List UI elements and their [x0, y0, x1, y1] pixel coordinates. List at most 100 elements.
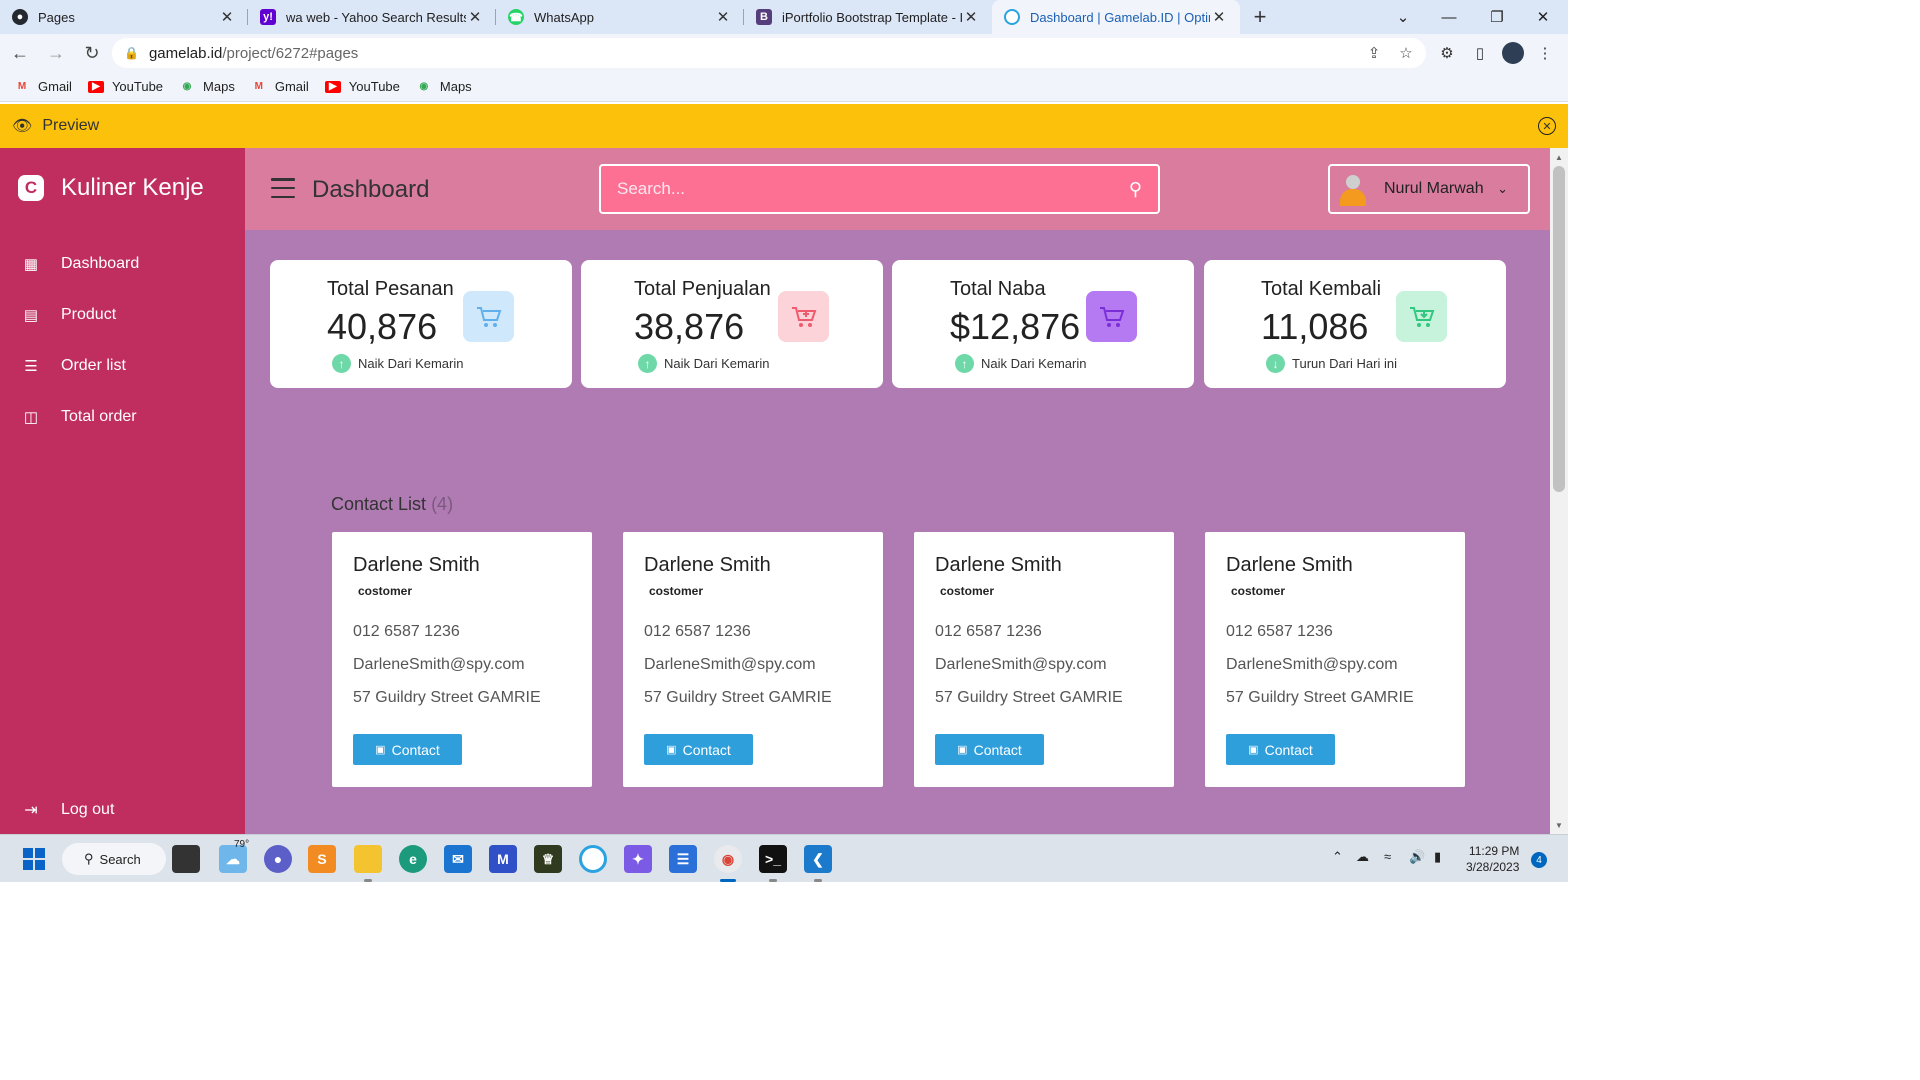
- forward-icon[interactable]: →: [40, 37, 72, 69]
- side-panel-icon[interactable]: ▯: [1465, 38, 1495, 68]
- game-icon[interactable]: ♕: [534, 845, 562, 873]
- bookmarks-bar: M Gmail ▶ YouTube ◉ Maps M Gmail ▶ YouTube ◉ M…: [0, 72, 1568, 102]
- edge-icon[interactable]: e: [399, 845, 427, 873]
- sidebar-item-order-list[interactable]: ☰ Order list: [22, 357, 126, 375]
- github-icon: ●: [12, 9, 28, 25]
- contact-card: Darlene Smith costomer 012 6587 1236 Dar…: [914, 532, 1174, 787]
- archive-icon: ▤: [23, 307, 39, 324]
- sidebar-item-product[interactable]: ▤ Product: [22, 306, 116, 324]
- sublime-icon[interactable]: S: [308, 845, 336, 873]
- browser-tab[interactable]: ☎ WhatsApp ✕: [496, 0, 744, 34]
- browser-menu-icon[interactable]: ⋮: [1530, 38, 1560, 68]
- extensions-icon[interactable]: ⚙: [1432, 38, 1462, 68]
- reload-icon[interactable]: ↻: [76, 37, 108, 69]
- gamelab-app-icon[interactable]: [579, 845, 607, 873]
- tab-title: WhatsApp: [534, 9, 594, 25]
- bookmark-star-icon[interactable]: ☆: [1392, 38, 1420, 68]
- bookmark-item[interactable]: ▶ YouTube: [87, 79, 163, 94]
- wifi-icon[interactable]: ≈: [1384, 849, 1391, 864]
- user-menu[interactable]: Nurul Marwah ⌄: [1328, 164, 1530, 214]
- contact-button[interactable]: ▣ Contact: [644, 734, 753, 765]
- scroll-thumb[interactable]: [1553, 166, 1565, 492]
- bookmark-item[interactable]: ◉ Maps: [179, 79, 235, 94]
- chrome-icon[interactable]: ◉: [714, 845, 742, 873]
- stat-value: 38,876: [634, 306, 745, 347]
- contact-list-heading: Contact List (4): [331, 494, 453, 515]
- taskbar-clock[interactable]: 11:29 PM 3/28/2023: [1466, 843, 1519, 875]
- scroll-down-icon[interactable]: ▼: [1550, 818, 1568, 832]
- back-icon[interactable]: ←: [4, 37, 36, 69]
- bookmark-item[interactable]: ◉ Maps: [416, 79, 472, 94]
- sidebar-item-total-order[interactable]: ◫ Total order: [22, 408, 137, 426]
- mail-icon[interactable]: ✉: [444, 845, 472, 873]
- browser-tab[interactable]: ● Pages ✕: [0, 0, 248, 34]
- contact-button[interactable]: ▣ Contact: [935, 734, 1044, 765]
- sidebar-item-dashboard[interactable]: ▦ Dashboard: [22, 255, 139, 273]
- brand[interactable]: C Kuliner Kenje: [18, 174, 204, 202]
- taskbar-search[interactable]: ⚲ Search: [62, 843, 166, 875]
- search-input[interactable]: [617, 179, 1129, 199]
- close-tab-icon[interactable]: ✕: [218, 8, 236, 26]
- running-indicator: [814, 879, 822, 882]
- windows-taskbar: ⚲ Search ☁ 79° ● S e ✉ M ♕ ✦ ☰ ◉ >_ ❮ ⌃ …: [0, 834, 1568, 882]
- cart-plus-icon: [778, 291, 829, 342]
- chat-icon[interactable]: ●: [264, 845, 292, 873]
- address-bar[interactable]: 🔒 gamelab.id/project/6272#pages ⇪ ☆: [112, 38, 1426, 68]
- menu-toggle-icon[interactable]: [271, 178, 295, 198]
- notification-badge[interactable]: 4: [1531, 852, 1547, 868]
- close-tab-icon[interactable]: ✕: [714, 8, 732, 26]
- stat-card-total-naba: Total Naba $12,876 ↑ Naik Dari Kemarin: [892, 260, 1194, 388]
- battery-icon[interactable]: ▮: [1434, 849, 1441, 865]
- bookmark-item[interactable]: M Gmail: [251, 79, 309, 94]
- chevron-up-icon[interactable]: ⌃: [1332, 849, 1343, 865]
- contact-phone: 012 6587 1236: [644, 623, 751, 640]
- browser-tab-active[interactable]: Dashboard | Gamelab.ID | Optimi ✕: [992, 0, 1240, 34]
- tab-title: Pages: [38, 9, 75, 25]
- windows-start-icon[interactable]: [20, 845, 48, 873]
- task-view-icon[interactable]: [172, 845, 200, 873]
- contact-button[interactable]: ▣ Contact: [1226, 734, 1335, 765]
- share-icon[interactable]: ⇪: [1360, 38, 1388, 68]
- stat-trend-label: Naik Dari Kemarin: [358, 356, 464, 371]
- file-explorer-icon[interactable]: [354, 845, 382, 873]
- chat-icon: ▣: [666, 744, 677, 756]
- page-scrollbar[interactable]: ▲ ▼: [1550, 148, 1568, 834]
- weather-temperature: 79°: [234, 839, 250, 850]
- profile-avatar[interactable]: [1498, 38, 1528, 68]
- clock-date: 3/28/2023: [1466, 860, 1520, 874]
- stat-trend: ↑ Naik Dari Kemarin: [638, 354, 769, 373]
- bookmark-item[interactable]: ▶ YouTube: [324, 79, 400, 94]
- chat-icon: ▣: [375, 744, 386, 756]
- close-tab-icon[interactable]: ✕: [466, 8, 484, 26]
- contact-button-label: Contact: [682, 741, 731, 758]
- logout-button[interactable]: ⇥ Log out: [22, 800, 114, 820]
- gmail-icon: M: [254, 81, 264, 92]
- bookmark-item[interactable]: M Gmail: [14, 79, 72, 94]
- scroll-up-icon[interactable]: ▲: [1550, 150, 1568, 164]
- yahoo-icon: y!: [260, 9, 276, 25]
- onedrive-icon[interactable]: ☁: [1356, 849, 1369, 865]
- contact-address: 57 Guildry Street GAMRIE: [1226, 689, 1414, 706]
- search-icon[interactable]: ⚲: [1129, 179, 1142, 200]
- notepad-icon[interactable]: ☰: [669, 845, 697, 873]
- vscode-icon[interactable]: ❮: [804, 845, 832, 873]
- lock-icon[interactable]: 🔒: [124, 46, 139, 60]
- close-window-icon[interactable]: ✕: [1520, 0, 1566, 34]
- close-preview-icon[interactable]: ✕: [1538, 117, 1556, 135]
- browser-tab[interactable]: y! wa web - Yahoo Search Results ✕: [248, 0, 496, 34]
- bookmark-label: Maps: [203, 79, 235, 94]
- terminal-icon[interactable]: >_: [759, 845, 787, 873]
- stat-value: 11,086: [1261, 306, 1369, 347]
- minimize-icon[interactable]: —: [1426, 0, 1472, 34]
- copilot-icon[interactable]: ✦: [624, 845, 652, 873]
- close-tab-icon[interactable]: ✕: [1210, 8, 1228, 26]
- contact-card: Darlene Smith costomer 012 6587 1236 Dar…: [332, 532, 592, 787]
- close-tab-icon[interactable]: ✕: [962, 8, 980, 26]
- tab-search-icon[interactable]: ⌄: [1380, 0, 1426, 34]
- vscode-alt-icon[interactable]: M: [489, 845, 517, 873]
- browser-tab[interactable]: B iPortfolio Bootstrap Template - In ✕: [744, 0, 992, 34]
- volume-icon[interactable]: 🔊: [1409, 849, 1425, 865]
- contact-button[interactable]: ▣ Contact: [353, 734, 462, 765]
- new-tab-button[interactable]: +: [1240, 0, 1280, 34]
- restore-icon[interactable]: ❐: [1474, 0, 1520, 34]
